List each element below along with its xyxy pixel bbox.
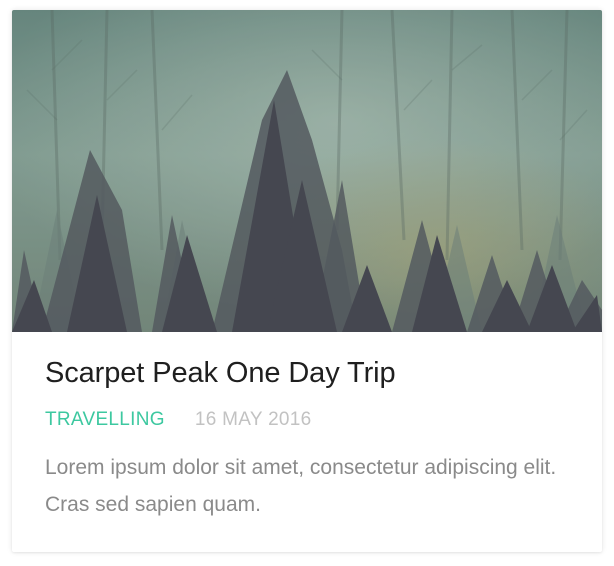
post-excerpt: Lorem ipsum dolor sit amet, consectetur … bbox=[45, 456, 557, 516]
post-meta: TRAVELLING 16 MAY 2016 bbox=[45, 407, 572, 433]
post-date: 16 MAY 2016 bbox=[194, 409, 312, 430]
hero-image[interactable] bbox=[12, 10, 602, 332]
post-title[interactable]: Scarpet Peak One Day Trip bbox=[45, 354, 572, 392]
category-link[interactable]: TRAVELLING bbox=[45, 409, 165, 431]
card-body: Scarpet Peak One Day Trip TRAVELLING 16 … bbox=[45, 354, 572, 523]
post-card[interactable]: Scarpet Peak One Day Trip TRAVELLING 16 … bbox=[12, 10, 602, 552]
